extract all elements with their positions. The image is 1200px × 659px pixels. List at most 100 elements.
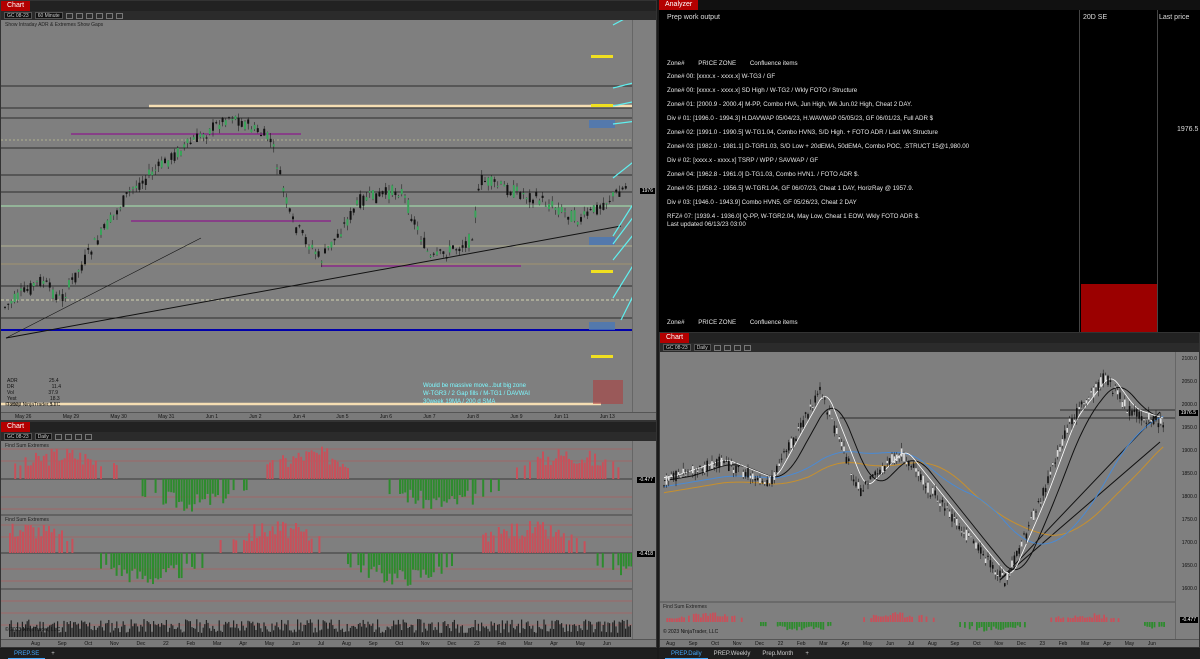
- draw-tool-icon[interactable]: [74, 433, 82, 440]
- time-axis[interactable]: Aug Sep Oct Nov Dec 22 Feb Mar Apr May Jun Jul Aug Se…: [660, 639, 1199, 647]
- zone-line: Div # 01: [1996.0 - 1994.3] H.DAVWAP 05/…: [667, 115, 934, 122]
- oscillator-bar: [599, 465, 602, 479]
- oscillator-bar: [24, 457, 27, 479]
- template-tool-icon[interactable]: [105, 12, 113, 19]
- candle-body: [500, 181, 502, 184]
- month-label: Jun: [886, 641, 895, 647]
- draw-tool-icon[interactable]: [733, 344, 741, 351]
- volume-bar: [101, 627, 103, 637]
- analyzer-title[interactable]: Analyzer: [659, 0, 699, 10]
- oscillator-bar: [232, 479, 235, 491]
- volume-bar: [129, 628, 131, 637]
- oscillator-bar: [100, 553, 102, 569]
- oscillator-bar: [266, 536, 269, 553]
- add-tab-icon[interactable]: +: [45, 649, 61, 659]
- tab-prep-month[interactable]: Prep.Month: [756, 649, 799, 659]
- candle-body: [221, 117, 224, 123]
- month-label: Apr: [1103, 641, 1112, 647]
- chart-title[interactable]: Chart: [660, 333, 690, 343]
- candle-body: [1148, 412, 1150, 420]
- volume-bar: [533, 632, 535, 637]
- oscillator-bar: [547, 456, 550, 479]
- cursor-tool-icon[interactable]: [713, 344, 721, 351]
- cursor-tool-icon[interactable]: [54, 433, 62, 440]
- oscillator-bar: [870, 618, 873, 622]
- candle-body: [819, 386, 821, 391]
- oscillator-bar: [175, 479, 178, 508]
- tab-prep-se[interactable]: PREP.SE: [8, 649, 46, 659]
- chart-title[interactable]: Chart: [1, 1, 31, 11]
- cursor-tool-icon[interactable]: [65, 12, 73, 19]
- price-axis[interactable]: 1976: [632, 20, 656, 412]
- zoom-tool-icon[interactable]: [723, 344, 731, 351]
- oscillator-bar: [373, 553, 375, 567]
- oscillator-bar: [159, 553, 162, 578]
- interval-select[interactable]: 60 Minute: [34, 12, 63, 19]
- oscillator-svg: [1, 446, 634, 637]
- column-header-last-price[interactable]: Last price: [1159, 14, 1189, 21]
- oscillator-bar: [570, 534, 573, 553]
- candle-body: [1032, 510, 1035, 520]
- volume-bar: [253, 625, 255, 637]
- intraday-price-plot[interactable]: Show Intraday ADR & Extremes Show Gaps W…: [1, 20, 634, 412]
- volume-bar: [282, 630, 284, 637]
- volume-bar: [71, 627, 73, 637]
- value-axis[interactable]: -0.477 -0.418: [632, 441, 656, 639]
- candle-body: [1155, 415, 1157, 421]
- candle-body: [471, 239, 474, 241]
- oscillator-bar: [552, 461, 555, 479]
- instrument-select[interactable]: GC 08-23: [663, 344, 691, 351]
- candle-body: [317, 251, 320, 257]
- time-axis[interactable]: May 26 May 29 May 30 May 31 Jun 1 Jun 2 Jun 4 J…: [1, 412, 656, 420]
- time-axis-labels: May 26 May 29 May 30 May 31 Jun 1 Jun 2 Jun 4 J…: [15, 414, 615, 420]
- oscillator-bar: [37, 527, 40, 553]
- oscillator-bar: [680, 616, 683, 622]
- oscillator-bar: [308, 540, 310, 553]
- daily-price-plot[interactable]: Find Sum Extremes © 2023 NinjaTrader, LL…: [660, 352, 1177, 639]
- oscillator-bar: [588, 450, 591, 479]
- oscillator-bar: [432, 479, 435, 499]
- volume-bar: [348, 631, 350, 637]
- snapshot-icon[interactable]: [84, 433, 92, 440]
- candle-body: [490, 176, 493, 186]
- add-tab-icon[interactable]: +: [799, 649, 815, 659]
- oscillator-bar: [911, 616, 913, 622]
- interval-select[interactable]: Daily: [34, 433, 52, 440]
- time-axis[interactable]: Aug Sep Oct Nov Dec 22 Feb Mar Apr May Jun Jul Aug Se…: [1, 639, 656, 647]
- volume-bar: [199, 622, 201, 637]
- instrument-select[interactable]: GC 08-23: [4, 433, 32, 440]
- indicator-tool-icon[interactable]: [95, 12, 103, 19]
- month-label: Dec: [447, 641, 457, 647]
- candle-body: [397, 196, 400, 198]
- volume-bar: [66, 622, 68, 637]
- snapshot-icon[interactable]: [743, 344, 751, 351]
- candle-body: [1150, 420, 1152, 422]
- snapshot-icon[interactable]: [115, 12, 123, 19]
- interval-select[interactable]: Daily: [693, 344, 711, 351]
- column-header-20dse[interactable]: 20D SE: [1083, 14, 1107, 21]
- candle-body: [1126, 412, 1128, 414]
- month-label: May: [862, 641, 873, 647]
- oscillator-bar: [113, 553, 115, 568]
- oscillator-plot[interactable]: Find Sum Extremes Find Sum Extremes © 20…: [1, 441, 634, 639]
- candle-body: [670, 474, 672, 478]
- oscillator-bar: [42, 455, 45, 479]
- volume-bar: [281, 619, 283, 637]
- tab-prep-weekly[interactable]: PREP.Weekly: [708, 649, 757, 659]
- volume-bar: [156, 625, 158, 637]
- price-axis[interactable]: 2100.0 2050.0 2000.0 1950.0 1900.0 1850.0 1800…: [1175, 352, 1199, 639]
- tab-prep-daily[interactable]: PREP.Daily: [665, 649, 708, 659]
- candle-body: [737, 465, 740, 468]
- chart-title[interactable]: Chart: [1, 422, 31, 432]
- candle-body: [272, 144, 275, 147]
- instrument-select[interactable]: GC 08-23: [4, 12, 32, 19]
- copyright-text: © 2023 NinjaTrader, LLC: [663, 629, 719, 635]
- volume-bar: [329, 622, 331, 637]
- candle-body: [116, 210, 118, 215]
- zoom-tool-icon[interactable]: [75, 12, 83, 19]
- zoom-tool-icon[interactable]: [64, 433, 72, 440]
- draw-tool-icon[interactable]: [85, 12, 93, 19]
- oscillator-bar: [601, 462, 604, 479]
- candle-body: [1095, 384, 1097, 388]
- month-label: Mar: [819, 641, 828, 647]
